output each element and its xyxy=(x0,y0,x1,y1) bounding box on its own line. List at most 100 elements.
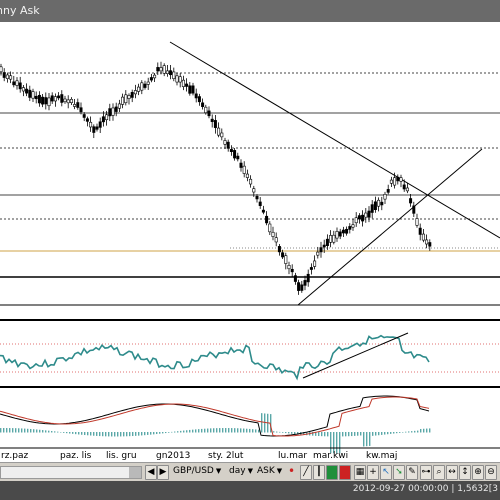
bullet-icon[interactable]: • xyxy=(288,465,295,478)
candle-body xyxy=(271,231,275,237)
candle-body xyxy=(60,94,64,103)
candle-body xyxy=(245,173,249,178)
candle-body xyxy=(277,246,281,253)
macd-histogram-bar xyxy=(144,432,146,436)
macd-histogram-bar xyxy=(213,428,215,433)
zoom-out-icon[interactable]: ⊖ xyxy=(485,465,497,480)
candle-body xyxy=(0,66,3,73)
macd-histogram-bar xyxy=(93,432,95,436)
macd-histogram-bar xyxy=(189,429,191,433)
macd-histogram-bar xyxy=(231,428,233,433)
macd-histogram-bar xyxy=(351,432,353,437)
line-chart-icon[interactable]: ╱ xyxy=(300,465,312,480)
macd-histogram-bar xyxy=(105,432,107,437)
macd-histogram-bar xyxy=(198,429,200,433)
x-label: rz.paz xyxy=(1,451,29,461)
main-price-panel[interactable] xyxy=(0,22,500,320)
cursor-icon[interactable]: ↖ xyxy=(380,465,392,480)
candle-body xyxy=(364,212,368,218)
candle-body xyxy=(268,223,272,233)
macd-histogram-bar xyxy=(411,431,413,433)
trend-icon[interactable]: ⊶ xyxy=(420,465,432,480)
macd-histogram-bar xyxy=(111,432,113,437)
macd-histogram-bar xyxy=(276,431,278,433)
zoom-in-icon[interactable]: ⊕ xyxy=(472,465,484,480)
crosshair-icon[interactable]: + xyxy=(367,465,379,480)
zoom-icon[interactable]: ⌕ xyxy=(433,465,445,480)
candle-body xyxy=(153,74,157,79)
candle-body xyxy=(114,106,118,112)
candle-body xyxy=(367,210,371,218)
candle-body xyxy=(204,106,208,114)
bar-chart-icon[interactable]: ┃ xyxy=(313,465,325,480)
macd-histogram-bar xyxy=(207,428,209,433)
macd-histogram-bar xyxy=(147,432,149,435)
candle-body xyxy=(207,110,211,117)
candle-body xyxy=(95,126,99,130)
chart-scrollbar[interactable] xyxy=(0,466,142,479)
candle-body xyxy=(325,238,329,246)
h-line-icon[interactable]: ↔ xyxy=(446,465,458,480)
candle-body xyxy=(213,120,217,128)
candle-body xyxy=(348,226,352,230)
candle-body xyxy=(306,273,310,283)
candle-body xyxy=(217,127,221,136)
status-bar: 2012-09-27 00:00:00 | 1,5632[3 xyxy=(0,481,500,500)
candle-body xyxy=(185,83,189,87)
macd-histogram-bar xyxy=(18,428,20,433)
candle-body xyxy=(252,188,256,193)
timeframe-dropdown[interactable]: day ▼ xyxy=(227,465,253,478)
v-line-icon[interactable]: ↕ xyxy=(459,465,471,480)
chart-canvas[interactable]: rz.paz paz. lis lis. gru gn2013 sty. 2lu… xyxy=(0,22,500,462)
macd-histogram-bar xyxy=(369,432,371,446)
candle-body xyxy=(127,95,131,99)
scroll-right-button[interactable]: ▶ xyxy=(157,465,169,480)
macd-histogram-bar xyxy=(174,431,176,433)
candle-body xyxy=(101,116,105,123)
scroll-left-button[interactable]: ◀ xyxy=(145,465,157,480)
candlestick-icon[interactable] xyxy=(326,465,338,480)
price-type-label: ASK xyxy=(257,466,275,476)
candle-body xyxy=(233,150,237,159)
candle-body xyxy=(85,118,89,122)
candle-body xyxy=(261,209,265,213)
macd-histogram-bar xyxy=(216,428,218,433)
candle-body xyxy=(172,71,176,79)
candle-body xyxy=(92,126,96,133)
symbol-dropdown[interactable]: GBP/USD ▼ xyxy=(171,465,221,478)
macd-histogram-bar xyxy=(366,432,368,447)
candle-body xyxy=(255,196,259,200)
candle-body xyxy=(63,98,67,103)
macd-histogram-bar xyxy=(15,428,17,433)
macd-histogram-bar xyxy=(90,432,92,436)
grid-icon[interactable]: ▦ xyxy=(354,465,366,480)
macd-histogram-bar xyxy=(375,432,377,436)
arrow-icon[interactable]: ➘ xyxy=(393,465,405,480)
draw-line-icon[interactable]: ✎ xyxy=(406,465,418,480)
status-text: 2012-09-27 00:00:00 | 1,5632[3 xyxy=(352,484,498,494)
scrollbar-thumb[interactable] xyxy=(129,467,141,478)
macd-histogram-bar xyxy=(261,413,263,433)
candle-body xyxy=(370,204,374,213)
candle-body xyxy=(12,81,16,86)
candle-body xyxy=(169,70,173,76)
candle-body xyxy=(242,165,246,174)
chart-frame[interactable]: rz.paz paz. lis lis. gru gn2013 sty. 2lu… xyxy=(0,22,500,462)
macd-histogram-bar xyxy=(222,428,224,433)
candle-body xyxy=(28,89,32,98)
price-type-dropdown[interactable]: ASK ▼ xyxy=(255,465,282,478)
candle-body xyxy=(297,282,301,291)
macd-histogram-bar xyxy=(24,428,26,433)
candlestick-down-icon[interactable] xyxy=(339,465,351,480)
candle-body xyxy=(124,94,128,104)
macd-histogram-bar xyxy=(363,432,365,447)
macd-histogram-bar xyxy=(342,432,344,437)
candle-body xyxy=(165,70,169,74)
macd-histogram-bar xyxy=(255,429,257,433)
candle-body xyxy=(258,201,262,206)
candle-body xyxy=(188,85,192,94)
macd-histogram-bar xyxy=(117,432,119,437)
macd-histogram-bar xyxy=(426,428,428,433)
macd-histogram-bar xyxy=(225,428,227,433)
x-label: lis. gru xyxy=(106,451,137,461)
